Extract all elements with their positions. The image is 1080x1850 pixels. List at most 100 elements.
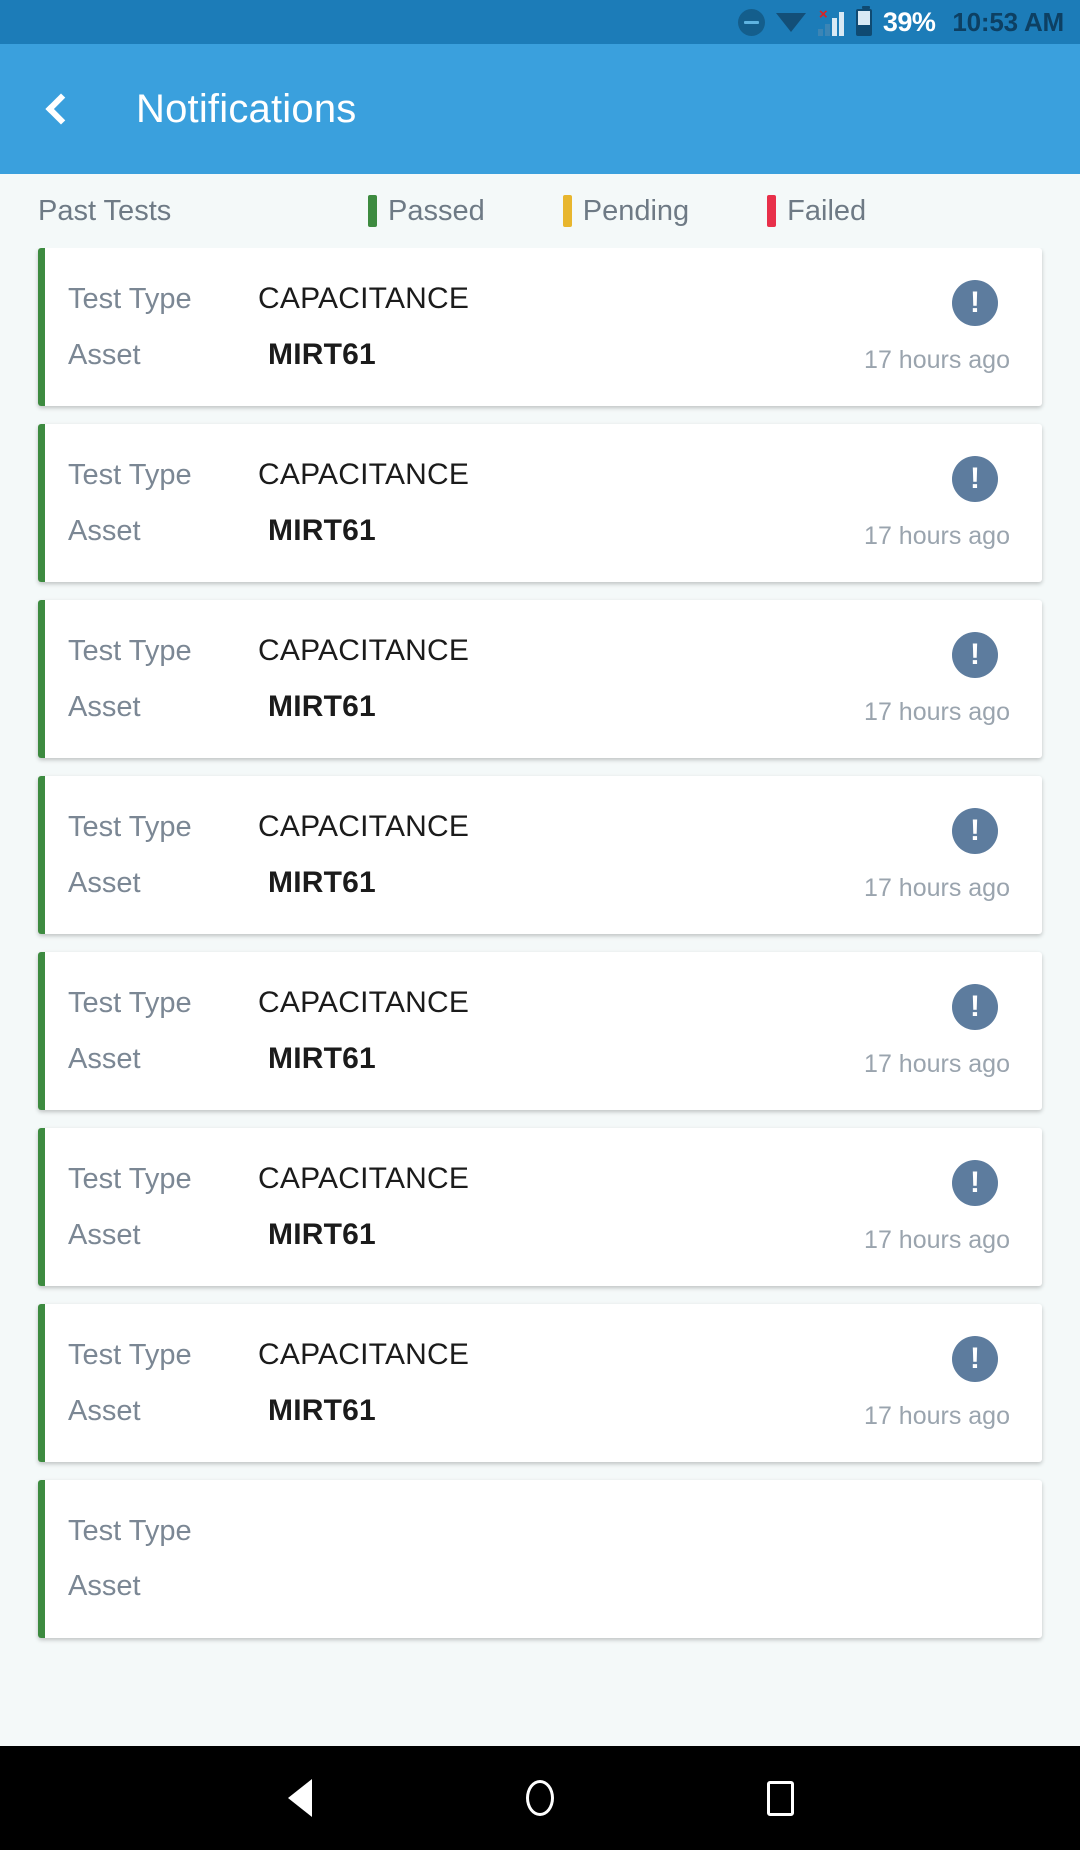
- status-bar: × 39% 10:53 AM: [0, 0, 1080, 44]
- triangle-back-icon: [288, 1779, 312, 1817]
- card-row-asset: Asset MIRT61: [68, 338, 783, 372]
- timestamp-label: 17 hours ago: [864, 345, 1010, 374]
- legend-label-pending: Pending: [582, 194, 690, 227]
- wifi-icon: [775, 9, 806, 35]
- legend-swatch-passed: [368, 195, 377, 227]
- value-asset: MIRT61: [268, 338, 376, 371]
- android-navigation-bar: [0, 1746, 1080, 1850]
- card-row-asset: Asset MIRT61: [68, 1218, 783, 1252]
- card-row-asset: Asset MIRT61: [68, 514, 783, 548]
- card-body: Test Type CAPACITANCE Asset MIRT61: [38, 1162, 807, 1252]
- card-side: ! 17 hours ago: [807, 776, 1042, 934]
- card-row-test-type: Test Type CAPACITANCE: [68, 1162, 783, 1196]
- legend-label-passed: Passed: [388, 194, 485, 227]
- timestamp-label: 17 hours ago: [864, 1225, 1010, 1254]
- card-side: ! 17 hours ago: [807, 1304, 1042, 1462]
- nav-home-button[interactable]: [500, 1758, 580, 1838]
- label-asset: Asset: [68, 1218, 141, 1251]
- card-body: Test Type CAPACITANCE Asset MIRT61: [38, 986, 807, 1076]
- label-test-type: Test Type: [68, 458, 192, 491]
- value-asset: MIRT61: [268, 1218, 376, 1251]
- legend-section-title: Past Tests: [38, 194, 172, 227]
- label-asset: Asset: [68, 1570, 141, 1602]
- card-row-asset: Asset MIRT61: [68, 866, 783, 900]
- chevron-left-icon: [45, 93, 77, 125]
- card-row-test-type: Test Type CAPACITANCE: [68, 810, 783, 844]
- card-body: Test Type Asset: [38, 1515, 807, 1603]
- card-status-accent-passed: [38, 248, 45, 406]
- card-row-asset: Asset MIRT61: [68, 1042, 783, 1076]
- alert-badge-icon[interactable]: !: [952, 279, 998, 326]
- notification-card[interactable]: Test Type CAPACITANCE Asset MIRT61! 17 hours…: [38, 1304, 1042, 1462]
- page-title: Notifications: [136, 86, 357, 131]
- notification-card[interactable]: Test Type CAPACITANCE Asset MIRT61 ! 17 hours…: [38, 424, 1042, 582]
- card-row-test-type: Test Type CAPACITANCE: [68, 458, 783, 492]
- value-test-type: CAPACITANCE: [258, 810, 470, 843]
- card-row-test-type: Test Type CAPACITANCE: [68, 1338, 783, 1372]
- notification-card[interactable]: Test Type Asset: [38, 1480, 1042, 1638]
- legend-item-pending: Pending: [562, 194, 690, 228]
- card-side: ! 17 hours ago: [807, 248, 1042, 406]
- alert-badge-icon[interactable]: !: [952, 455, 998, 502]
- label-asset: Asset: [68, 1394, 141, 1427]
- value-test-type: CAPACITANCE: [258, 1338, 470, 1371]
- label-test-type: Test Type: [68, 282, 192, 315]
- timestamp-label: 17 hours ago: [864, 1049, 1010, 1078]
- nav-back-button[interactable]: [260, 1758, 340, 1838]
- card-status-accent-passed: [38, 952, 45, 1110]
- value-asset: MIRT61: [268, 514, 376, 547]
- card-status-accent-passed: [38, 776, 45, 934]
- card-status-accent-passed: [38, 424, 45, 582]
- card-status-accent-passed: [38, 1128, 45, 1286]
- notification-card[interactable]: Test Type CAPACITANCE Asset MIRT61! 17 hours…: [38, 952, 1042, 1110]
- label-asset: Asset: [68, 690, 141, 723]
- notification-card[interactable]: Test Type CAPACITANCE Asset MIRT61 ! 17 hours…: [38, 776, 1042, 934]
- value-asset: MIRT61: [268, 1042, 376, 1075]
- card-status-accent-passed: [38, 600, 45, 758]
- card-side: ! 17 hours ago: [807, 424, 1042, 582]
- card-row-asset: Asset: [68, 1570, 783, 1603]
- alert-badge-icon[interactable]: !: [952, 807, 998, 854]
- alert-badge-icon[interactable]: !: [952, 1159, 998, 1206]
- label-test-type: Test Type: [68, 634, 192, 667]
- card-side: ! 17 hours ago: [807, 1128, 1042, 1286]
- label-test-type: Test Type: [68, 1162, 192, 1195]
- card-row-test-type: Test Type CAPACITANCE: [68, 986, 783, 1020]
- app-screen: × 39% 10:53 AM Notifications Past Tests …: [0, 0, 1080, 1850]
- square-recents-icon: [766, 1780, 794, 1816]
- status-bar-clock: 10:53 AM: [952, 6, 1064, 37]
- notification-card[interactable]: Test Type CAPACITANCE Asset MIRT61! 17 hours…: [38, 248, 1042, 406]
- legend-item-failed: Failed: [767, 195, 866, 228]
- value-test-type: CAPACITANCE: [258, 458, 470, 491]
- label-asset: Asset: [68, 514, 141, 547]
- alert-badge-icon[interactable]: !: [952, 983, 998, 1030]
- card-status-accent-passed: [38, 1304, 45, 1462]
- label-test-type: Test Type: [68, 1515, 192, 1547]
- alert-badge-icon[interactable]: !: [952, 1335, 998, 1382]
- card-body: Test Type CAPACITANCE Asset MIRT61: [38, 282, 807, 372]
- card-body: Test Type CAPACITANCE Asset MIRT61: [38, 810, 807, 900]
- nav-recents-button[interactable]: [740, 1758, 820, 1838]
- notification-card[interactable]: Test Type CAPACITANCE Asset MIRT61! 17 hours…: [38, 1128, 1042, 1286]
- signal-x-mark: ×: [818, 5, 828, 23]
- legend-label-failed: Failed: [787, 194, 867, 227]
- card-side: [807, 1480, 1042, 1638]
- card-row-asset: Asset MIRT61: [68, 690, 783, 724]
- battery-percent-label: 39%: [882, 6, 936, 37]
- label-test-type: Test Type: [68, 810, 192, 843]
- card-body: Test Type CAPACITANCE Asset MIRT61: [38, 458, 807, 548]
- legend-bar: Past Tests Passed Pending Failed: [0, 174, 1080, 248]
- battery-icon: [855, 5, 872, 36]
- legend-swatch-failed: [767, 195, 777, 227]
- app-bar: Notifications: [0, 44, 1080, 174]
- label-asset: Asset: [68, 1042, 141, 1075]
- alert-badge-icon[interactable]: !: [952, 631, 998, 678]
- timestamp-label: 17 hours ago: [864, 697, 1010, 726]
- back-button[interactable]: [26, 78, 88, 140]
- label-test-type: Test Type: [68, 986, 192, 1019]
- card-side: ! 17 hours ago: [807, 952, 1042, 1110]
- card-row-test-type: Test Type: [68, 1515, 783, 1548]
- notification-card[interactable]: Test Type CAPACITANCE Asset MIRT61! 17 hours…: [38, 600, 1042, 758]
- value-asset: MIRT61: [268, 690, 376, 723]
- notification-list[interactable]: Test Type CAPACITANCE Asset MIRT61! 17 hours…: [0, 248, 1080, 1746]
